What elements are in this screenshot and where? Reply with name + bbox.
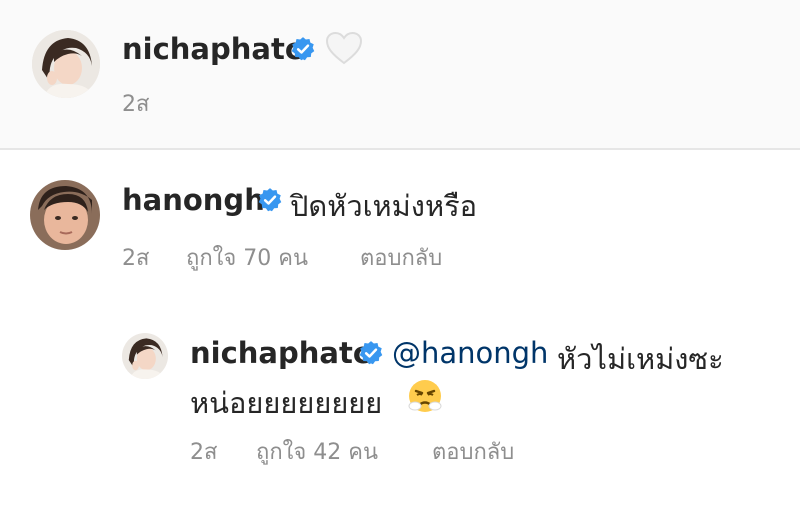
comment-like-count[interactable]: ถูกใจ 70 คน <box>186 240 308 275</box>
avatar-nichaphatc-reply[interactable] <box>122 333 168 379</box>
avatar-image <box>32 30 100 98</box>
divider <box>0 148 800 150</box>
avatar-image <box>122 333 168 379</box>
verified-badge-icon <box>290 36 316 66</box>
avatar-nichaphatc[interactable] <box>32 30 100 98</box>
comment-reply-button[interactable]: ตอบกลับ <box>360 240 442 275</box>
reply-username[interactable]: nichaphatc <box>190 336 370 370</box>
verified-badge-icon <box>257 187 283 217</box>
comment-username[interactable]: hanongh <box>122 183 265 217</box>
verified-badge-icon <box>358 340 384 370</box>
reply-text-line2: หน่อยยยยยยยย <box>190 386 383 420</box>
reply-mention[interactable]: @hanongh <box>392 336 548 370</box>
reply-reply-button[interactable]: ตอบกลับ <box>432 434 514 469</box>
reply-like-count[interactable]: ถูกใจ 42 คน <box>256 434 378 469</box>
comment-time: 2ส <box>122 246 150 271</box>
post-caption-section <box>0 0 800 148</box>
avatar-hanongh[interactable] <box>30 180 100 250</box>
steam-from-nose-emoji <box>407 378 443 418</box>
reply-time: 2ส <box>190 440 218 465</box>
heart-outline-icon[interactable] <box>324 30 364 70</box>
reply-text-line1: หัวไม่เหม่งซะ <box>557 342 724 376</box>
caption-time: 2ส <box>122 92 150 117</box>
avatar-image <box>30 180 100 250</box>
comment-text: ปิดหัวเหม่งหรือ <box>290 189 478 223</box>
caption-username[interactable]: nichaphatc <box>122 32 302 66</box>
